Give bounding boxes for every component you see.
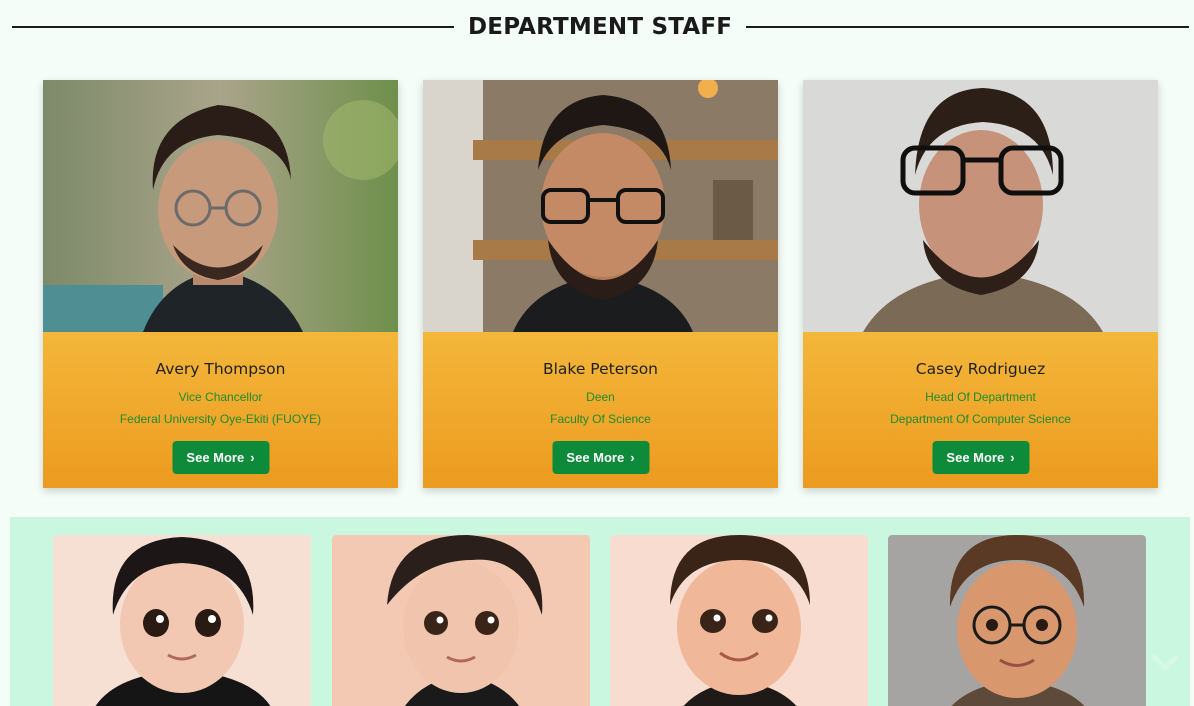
see-more-label: See More: [946, 450, 1005, 465]
see-more-label: See More: [186, 450, 245, 465]
staff-info: Blake Peterson Deen Faculty Of Science S…: [423, 332, 778, 488]
staff-card: Blake Peterson Deen Faculty Of Science S…: [423, 80, 778, 488]
see-more-button[interactable]: See More ›: [172, 441, 269, 474]
staff-role: Deen: [586, 390, 615, 404]
heading-divider-left: [12, 26, 454, 28]
staff-role: Head Of Department: [925, 390, 1036, 404]
staff-organization: Faculty Of Science: [550, 412, 651, 426]
staff-role: Vice Chancellor: [178, 390, 263, 404]
staff-name: Avery Thompson: [155, 360, 286, 378]
staff-organization: Department Of Computer Science: [890, 412, 1071, 426]
chevron-right-icon: ›: [1010, 450, 1015, 465]
chevron-right-icon: ›: [630, 450, 635, 465]
section-heading: DEPARTMENT STAFF: [0, 8, 1194, 46]
heading-divider-right: [746, 26, 1190, 28]
see-more-button[interactable]: See More ›: [932, 441, 1029, 474]
staff-photo: [43, 80, 398, 332]
staff-photo: [803, 80, 1158, 332]
staff-photo: [423, 80, 778, 332]
staff-name: Blake Peterson: [542, 360, 659, 378]
staff-organization: Federal University Oye-Ekiti (FUOYE): [119, 412, 322, 426]
avatar-card[interactable]: [332, 535, 590, 706]
staff-info: Avery Thompson Vice Chancellor Federal U…: [43, 332, 398, 488]
avatar-card[interactable]: [888, 535, 1146, 706]
see-more-button[interactable]: See More ›: [552, 441, 649, 474]
chevron-right-icon: ›: [250, 450, 255, 465]
avatar-card[interactable]: [53, 535, 311, 706]
avatar-card[interactable]: [610, 535, 868, 706]
staff-name: Casey Rodriguez: [915, 360, 1046, 378]
chevron-down-icon[interactable]: [1148, 645, 1182, 679]
avatar-carousel: [10, 517, 1190, 706]
staff-card: Casey Rodriguez Head Of Department Depar…: [803, 80, 1158, 488]
see-more-label: See More: [566, 450, 625, 465]
section-title: DEPARTMENT STAFF: [468, 14, 733, 40]
staff-card: Avery Thompson Vice Chancellor Federal U…: [43, 80, 398, 488]
staff-info: Casey Rodriguez Head Of Department Depar…: [803, 332, 1158, 488]
